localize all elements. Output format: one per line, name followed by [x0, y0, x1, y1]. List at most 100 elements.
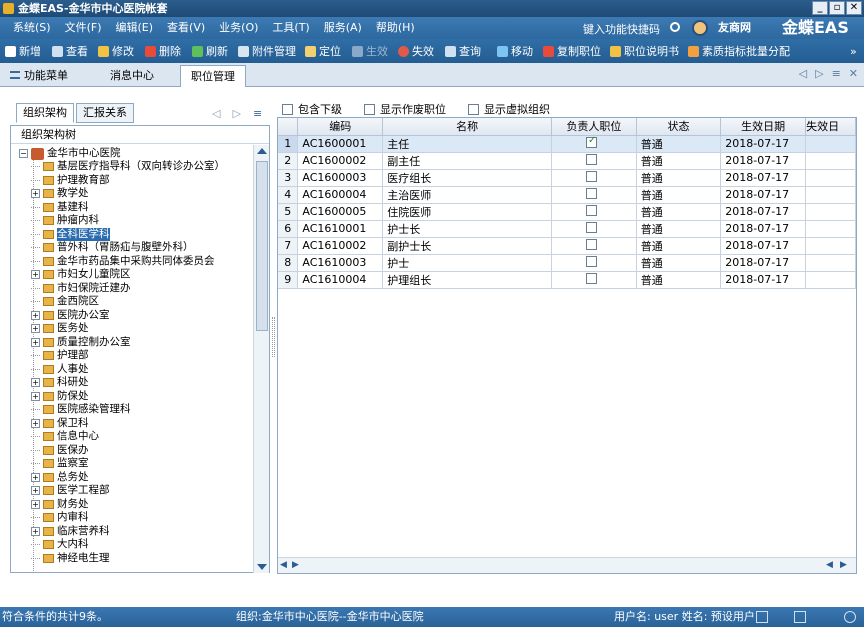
table-row[interactable]: 1AC1600001主任 普通2018-07-17 [278, 135, 856, 153]
cell-name[interactable]: 副护士长 [382, 237, 553, 255]
menu-business[interactable]: 业务(O) [212, 17, 265, 39]
tree-node[interactable]: 肿瘤内科 [31, 214, 99, 227]
subtab-next-icon[interactable]: ▷ [232, 107, 240, 120]
collapse-icon[interactable]: − [19, 149, 28, 158]
table-row[interactable]: 6 AC1610001 护士长 普通 2018-07-17 [278, 220, 856, 238]
tree-node[interactable]: 护理教育部 [31, 174, 110, 187]
cell-effective-date[interactable]: 2018-07-17 [720, 237, 807, 255]
scroll-left-icon[interactable]: ◀ [280, 560, 290, 570]
leader-checkbox[interactable] [585, 153, 597, 165]
cell-expire-date[interactable] [805, 203, 856, 221]
grid-hscrollbar[interactable]: ◀ ▶ ◀ ▶ [278, 557, 856, 573]
cell-expire-date[interactable] [805, 152, 856, 170]
tab-prev-icon[interactable]: ◁ [799, 67, 807, 80]
tree-node[interactable]: 内审科 [31, 511, 89, 524]
tab-function-menu[interactable]: 功能菜单 [0, 65, 78, 87]
cell-expire-date[interactable] [805, 254, 856, 272]
tab-next-icon[interactable]: ▷ [815, 67, 823, 80]
leader-checkbox[interactable] [585, 204, 597, 216]
tree-node[interactable]: 基层医疗指导科（双向转诊办公室） [31, 160, 225, 173]
leader-checkbox[interactable] [585, 170, 597, 182]
cell-name[interactable]: 护士 [382, 254, 553, 272]
cell-expire-date[interactable] [805, 220, 856, 238]
scroll-thumb[interactable] [256, 161, 268, 331]
table-row[interactable]: 2 AC1600002 副主任 普通 2018-07-17 [278, 152, 856, 170]
scroll-up-icon[interactable] [257, 148, 267, 154]
tree-node[interactable]: 市妇保院迁建办 [31, 282, 131, 295]
cell-leader[interactable] [551, 203, 637, 221]
show-void-checkbox[interactable]: 显示作废职位 [364, 101, 446, 117]
cell-status[interactable]: 普通 [636, 152, 722, 170]
subtab-report-relation[interactable]: 汇报关系 [76, 103, 134, 123]
refresh-button[interactable]: 刷新 [192, 39, 228, 63]
col-status[interactable]: 状态 [636, 118, 722, 136]
tree-node[interactable]: + 教学处 [31, 187, 89, 200]
tree-node[interactable]: 护理部 [31, 349, 89, 362]
cell-leader[interactable] [551, 237, 637, 255]
menu-tools[interactable]: 工具(T) [265, 17, 316, 39]
tree-node[interactable]: + 临床营养科 [31, 525, 110, 538]
tree-node[interactable]: 全科医学科 [31, 227, 110, 241]
leader-checkbox[interactable] [585, 187, 597, 199]
close-button[interactable]: ✕ [846, 1, 862, 15]
tree-node[interactable]: + 科研处 [31, 376, 89, 389]
col-expire-date[interactable]: 失效日 [805, 118, 856, 136]
cell-expire-date[interactable] [805, 169, 856, 187]
cell-name[interactable]: 医疗组长 [382, 169, 553, 187]
tree-node[interactable]: + 医务处 [31, 322, 89, 335]
show-virtual-checkbox[interactable]: 显示虚拟组织 [468, 101, 550, 117]
leader-checkbox[interactable] [585, 255, 597, 267]
tab-message-center[interactable]: 消息中心 [100, 65, 164, 87]
quality-assign-button[interactable]: 素质指标批量分配 [688, 39, 790, 63]
expand-icon[interactable]: + [31, 337, 40, 347]
col-leader[interactable]: 负责人职位 [551, 118, 637, 136]
view-button[interactable]: 查看 [52, 39, 88, 63]
expand-icon[interactable]: + [31, 472, 40, 482]
table-row[interactable]: 8 AC1610003 护士 普通 2018-07-17 [278, 254, 856, 272]
tab-list-icon[interactable]: ≡ [832, 67, 841, 80]
cell-effective-date[interactable]: 2018-07-17 [720, 135, 807, 153]
enable-button[interactable]: 生效 [352, 39, 388, 63]
tree-node[interactable]: 信息中心 [31, 430, 99, 443]
menu-view[interactable]: 查看(V) [160, 17, 212, 39]
edit-button[interactable]: 修改 [98, 39, 134, 63]
cell-effective-date[interactable]: 2018-07-17 [720, 186, 807, 204]
cell-expire-date[interactable] [805, 135, 856, 153]
tree-node[interactable]: 监察室 [31, 457, 89, 470]
cell-leader[interactable] [551, 135, 637, 153]
locate-button[interactable]: 定位 [305, 39, 341, 63]
col-name[interactable]: 名称 [382, 118, 553, 136]
subtab-prev-icon[interactable]: ◁ [212, 107, 220, 120]
menu-service[interactable]: 服务(A) [317, 17, 369, 39]
cell-code[interactable]: AC1600001 [297, 135, 384, 153]
col-code[interactable]: 编码 [297, 118, 384, 136]
copy-position-button[interactable]: 复制职位 [543, 39, 601, 63]
row-number[interactable]: 6 [278, 220, 299, 238]
tree-node[interactable]: 基建科 [31, 201, 89, 214]
toolbar-more-icon[interactable]: » [850, 39, 857, 63]
subtab-list-icon[interactable]: ≡ [253, 107, 262, 120]
tree-node[interactable]: 医院感染管理科 [31, 403, 131, 416]
search-icon[interactable] [670, 22, 680, 32]
table-row[interactable]: 3 AC1600003 医疗组长 普通 2018-07-17 [278, 169, 856, 187]
cell-status[interactable]: 普通 [636, 254, 722, 272]
tree-node[interactable]: + 医学工程部 [31, 484, 110, 497]
expand-icon[interactable]: + [31, 378, 40, 387]
help-icon[interactable] [844, 611, 856, 623]
expand-icon[interactable]: + [31, 499, 40, 509]
scroll-right-end-icon[interactable]: ▶ [840, 560, 850, 570]
expand-icon[interactable]: + [31, 189, 40, 198]
message-icon[interactable] [794, 611, 806, 623]
cell-name[interactable]: 护理组长 [382, 271, 553, 289]
scroll-down-icon[interactable] [257, 564, 267, 570]
expand-icon[interactable]: + [31, 324, 40, 333]
tree-node[interactable]: 普外科（胃肠疝与腹壁外科） [31, 241, 194, 254]
row-number[interactable]: 9 [278, 271, 299, 289]
add-button[interactable]: 新增 [5, 39, 41, 63]
cell-status[interactable]: 普通 [636, 203, 722, 221]
cell-name[interactable]: 主治医师 [382, 186, 553, 204]
cell-name[interactable]: 主任 [382, 135, 553, 153]
cell-status[interactable]: 普通 [636, 220, 722, 238]
expand-icon[interactable]: + [31, 526, 40, 536]
cell-code[interactable]: AC1610003 [297, 254, 384, 272]
